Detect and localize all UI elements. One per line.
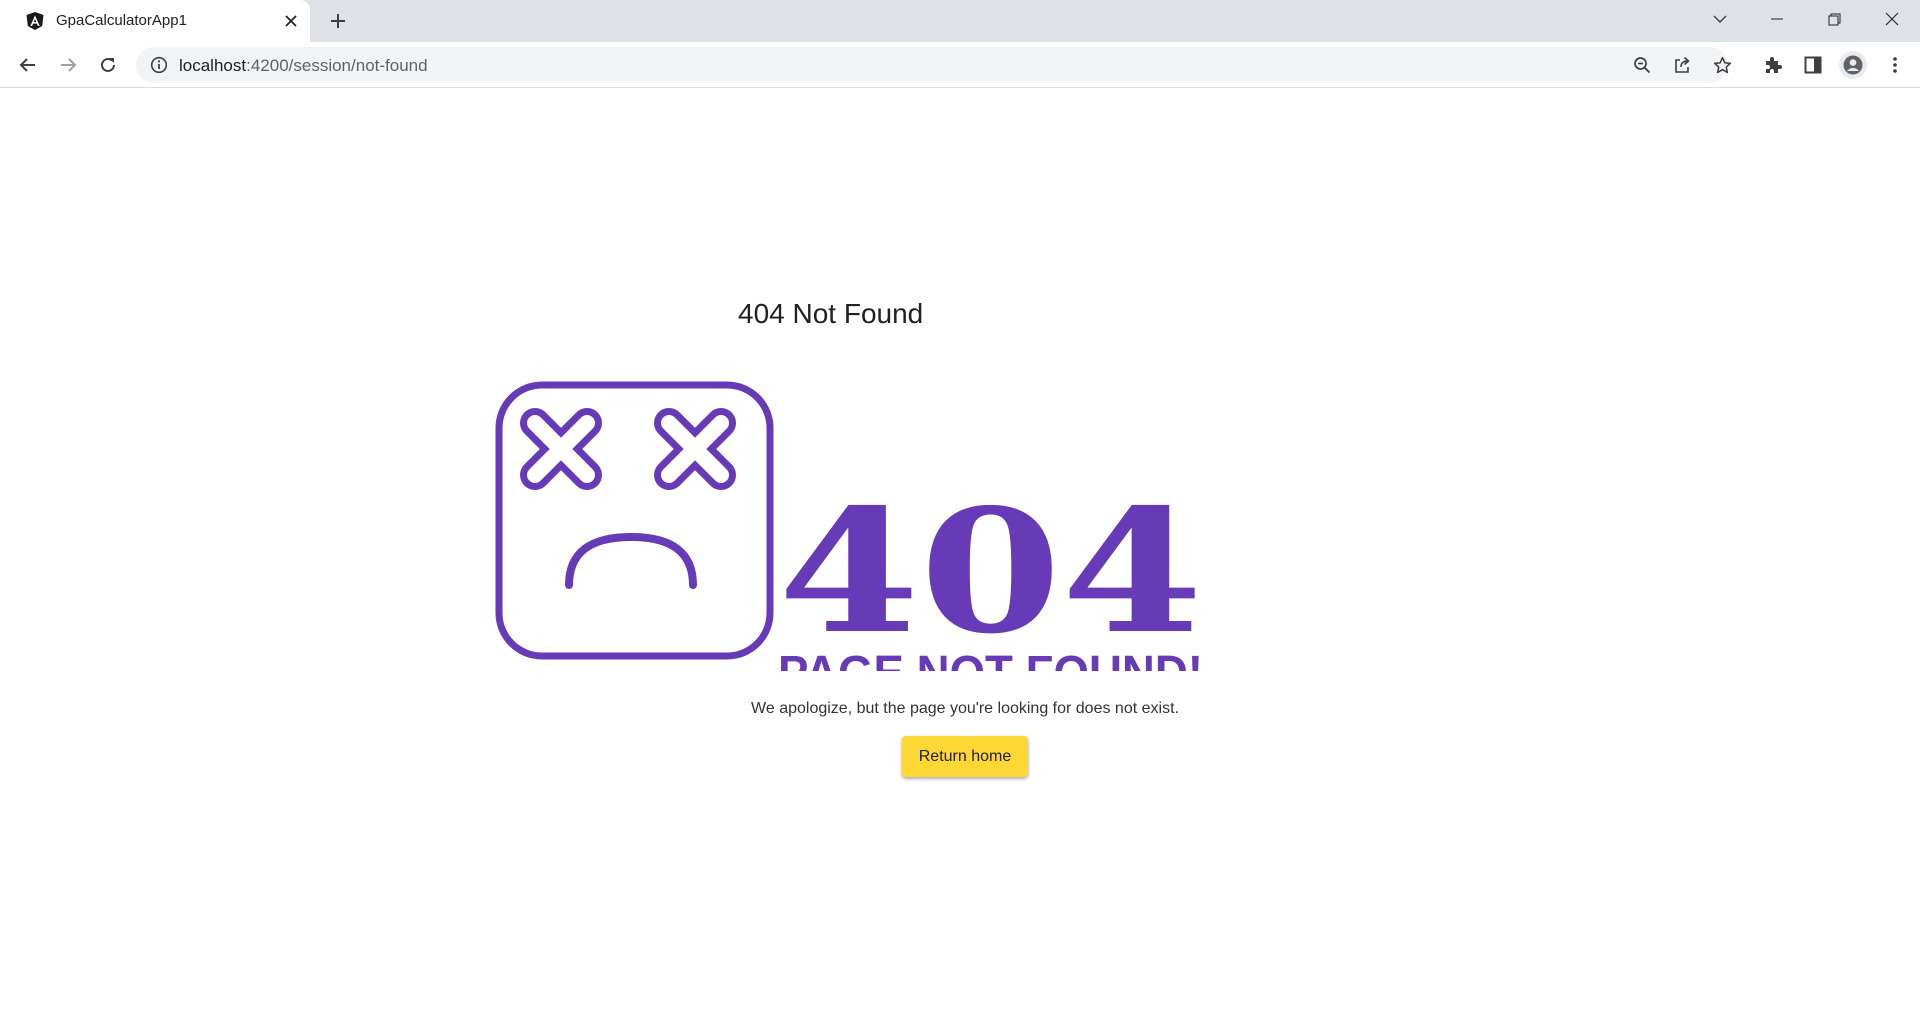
minimize-icon[interactable]: [1749, 0, 1805, 38]
window-close-icon[interactable]: [1864, 0, 1920, 38]
restore-icon[interactable]: [1806, 0, 1862, 38]
menu-icon[interactable]: [1881, 51, 1909, 79]
reload-icon[interactable]: [94, 51, 122, 79]
tab-search-icon[interactable]: [1692, 0, 1748, 38]
sad-face-icon: [495, 381, 774, 660]
new-tab-icon[interactable]: [326, 9, 350, 33]
side-panel-icon[interactable]: [1799, 51, 1827, 79]
angular-icon: [25, 11, 45, 31]
url-host: localhost: [179, 56, 247, 75]
back-icon[interactable]: [14, 51, 42, 79]
tab-strip: GpaCalculatorApp1: [0, 0, 1920, 42]
info-icon[interactable]: [150, 56, 168, 74]
return-home-button[interactable]: Return home: [902, 736, 1028, 777]
error-caption: PAGE NOT FOUND!: [778, 647, 1203, 671]
forward-icon[interactable]: [54, 51, 82, 79]
url-text[interactable]: localhost:4200/session/not-found: [179, 56, 428, 76]
page-content: 404 Not Found 404 PAGE NOT FOUND! We apo…: [0, 89, 1920, 1020]
url-path: :4200/session/not-found: [246, 56, 428, 75]
share-icon[interactable]: [1670, 53, 1694, 77]
tab-title: GpaCalculatorApp1: [56, 12, 187, 29]
tab-active[interactable]: GpaCalculatorApp1: [0, 0, 310, 42]
error-code: 404: [778, 472, 1203, 671]
browser-toolbar: localhost:4200/session/not-found: [0, 42, 1920, 88]
bookmark-star-icon[interactable]: [1710, 53, 1734, 77]
apology-message: We apologize, but the page you're lookin…: [751, 700, 1179, 717]
zoom-out-icon[interactable]: [1630, 53, 1654, 77]
extensions-icon[interactable]: [1759, 51, 1787, 79]
profile-icon[interactable]: [1839, 51, 1867, 79]
page-title: 404 Not Found: [738, 298, 924, 329]
address-bar[interactable]: localhost:4200/session/not-found: [136, 47, 1731, 83]
not-found-illustration: 404 PAGE NOT FOUND!: [495, 381, 1210, 700]
tab-close-icon[interactable]: [280, 10, 302, 32]
